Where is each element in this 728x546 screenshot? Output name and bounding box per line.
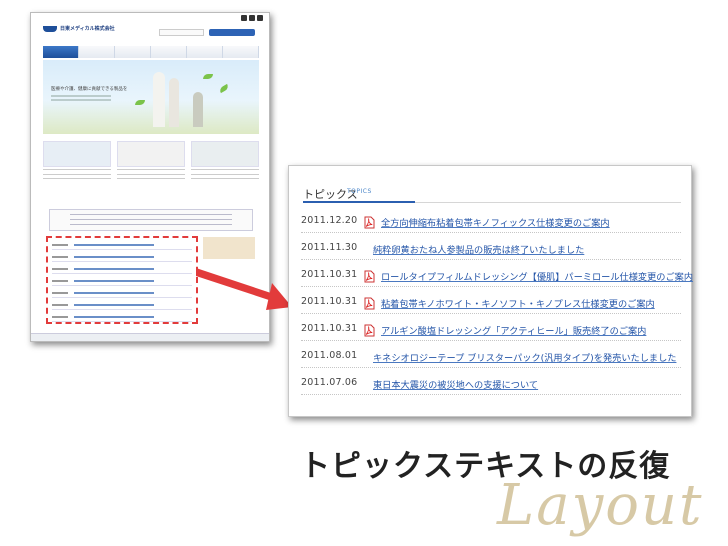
layout-watermark: Layout	[497, 473, 704, 538]
hero-person	[169, 78, 179, 127]
topic-link[interactable]: 全方向伸縮布粘着包帯キノフィックス仕様変更のご案内	[381, 215, 610, 229]
nav-item	[151, 46, 187, 58]
nav-item	[43, 46, 79, 58]
search-input	[159, 29, 204, 36]
contact-button	[209, 29, 255, 36]
topic-date: 2011.10.31	[301, 269, 358, 280]
topic-row: 2011.07.06 東日本大震災の被災地への支援について	[301, 368, 681, 395]
category-card	[43, 141, 111, 199]
pdf-icon	[363, 295, 375, 310]
topic-link[interactable]: 純粋卵黄おたね人参製品の販売は終了いたしました	[373, 242, 584, 256]
hero-banner: 医療や介護、健康に貢献できる製品を	[43, 60, 259, 134]
nav-item	[79, 46, 115, 58]
topic-row: 2011.10.31 粘着包帯キノホワイト・キノソフト・キノプレス仕様変更のご案内	[301, 287, 681, 314]
topics-title-en: TOPICS	[347, 188, 372, 195]
nav-item	[187, 46, 223, 58]
logo-mark-icon	[43, 25, 57, 32]
topics-panel: トピックス TOPICS 2011.12.20 全方向伸縮布粘着包帯キノフィックス…	[288, 165, 693, 417]
topics-list: 2011.12.20 全方向伸縮布粘着包帯キノフィックス仕様変更のご案内 2011.…	[301, 206, 693, 395]
hero-subtext	[51, 95, 111, 97]
site-logo: 日東メディカル株式会社	[43, 25, 115, 32]
topic-row: 2011.08.01 キネシオロジーテープ ブリスターパック(汎用タイプ)を発売い…	[301, 341, 681, 368]
topic-date: 2011.10.31	[301, 323, 358, 334]
topic-date: 2011.12.20	[301, 215, 358, 226]
notice-box	[49, 209, 253, 231]
pdf-icon	[363, 322, 375, 337]
topic-date: 2011.10.31	[301, 296, 358, 307]
topic-link[interactable]: キネシオロジーテープ ブリスターパック(汎用タイプ)を発売いたしました	[373, 350, 676, 364]
topic-date: 2011.07.06	[301, 377, 358, 388]
nav-item	[115, 46, 151, 58]
side-banner	[203, 237, 255, 259]
page-thumbnail: 日東メディカル株式会社 医療や介護、健康に貢献できる製品を	[30, 12, 270, 342]
site-name: 日東メディカル株式会社	[60, 26, 115, 32]
nav-item	[223, 46, 259, 58]
hero-person	[153, 72, 165, 127]
topic-row: 2011.12.20 全方向伸縮布粘着包帯キノフィックス仕様変更のご案内	[301, 206, 681, 233]
topic-date: 2011.08.01	[301, 350, 358, 361]
topics-highlight-box	[46, 236, 198, 324]
pdf-icon	[363, 214, 375, 229]
page-footer	[31, 333, 269, 341]
topic-row: 2011.10.31 ロールタイプフィルムドレッシング【優肌】パーミロール仕様変更…	[301, 260, 693, 287]
topic-link[interactable]: ロールタイプフィルムドレッシング【優肌】パーミロール仕様変更のご案内	[381, 269, 693, 283]
hero-copy: 医療や介護、健康に貢献できる製品を	[51, 87, 128, 92]
global-nav	[43, 46, 259, 58]
divider	[303, 201, 681, 203]
topic-date: 2011.11.30	[301, 242, 358, 253]
slide: 日東メディカル株式会社 医療や介護、健康に貢献できる製品を トピックス TOPI…	[0, 0, 728, 546]
topic-row: 2011.11.30 純粋卵黄おたね人参製品の販売は終了いたしました	[301, 233, 681, 260]
topic-row: 2011.10.31 アルギン酸塩ドレッシング「アクティヒール」販売終了のご案内	[301, 314, 681, 341]
pdf-icon	[363, 268, 375, 283]
utility-links	[241, 15, 263, 21]
category-card	[117, 141, 185, 199]
leaf-icon	[203, 74, 213, 79]
topic-link[interactable]: 東日本大震災の被災地への支援について	[373, 377, 538, 391]
topic-link[interactable]: アルギン酸塩ドレッシング「アクティヒール」販売終了のご案内	[381, 323, 646, 337]
leaf-icon	[218, 83, 230, 94]
category-card	[191, 141, 259, 199]
hero-person	[193, 92, 203, 127]
leaf-icon	[135, 100, 145, 105]
topic-link[interactable]: 粘着包帯キノホワイト・キノソフト・キノプレス仕様変更のご案内	[381, 296, 655, 310]
topics-header: トピックス TOPICS	[303, 178, 681, 204]
category-cards	[43, 141, 259, 199]
